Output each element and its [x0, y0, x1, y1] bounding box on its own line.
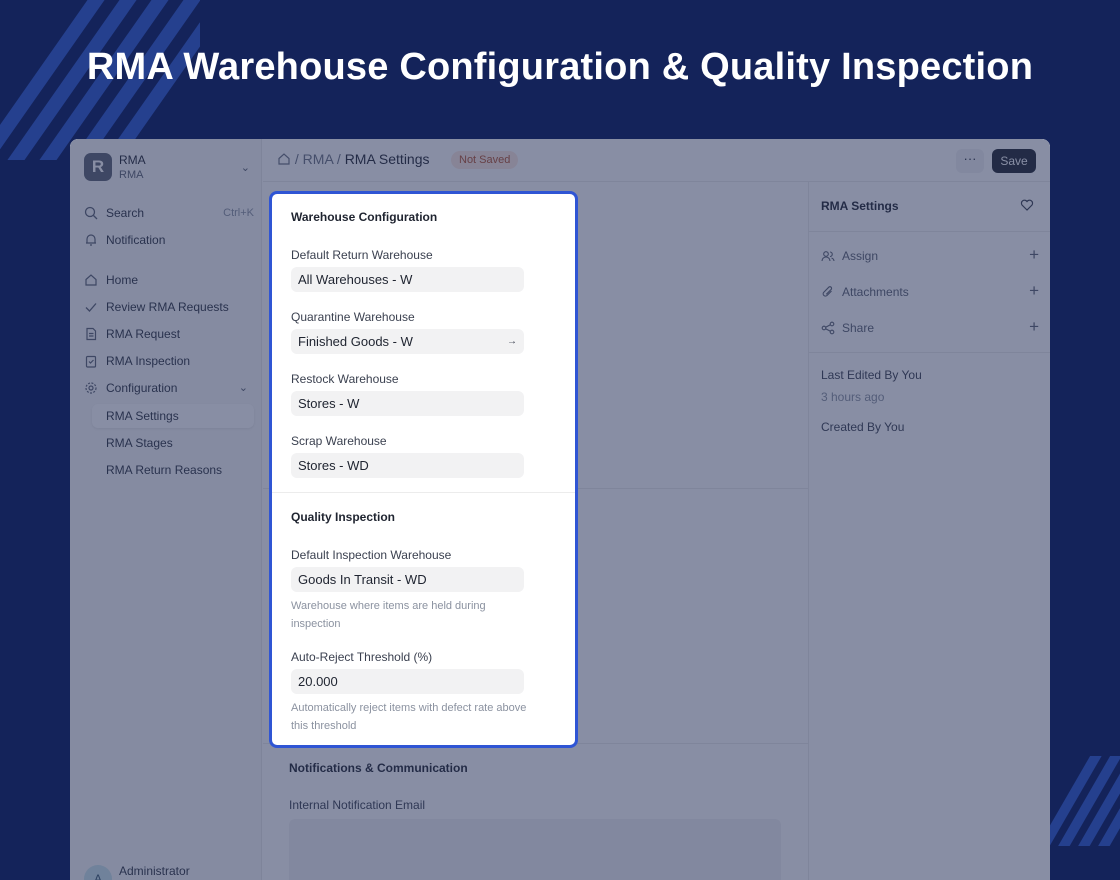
workspace-switcher[interactable]: R RMA RMA ⌄: [84, 153, 254, 183]
home-icon: [85, 274, 97, 286]
sidebar-item-label: RMA Request: [106, 327, 181, 341]
document-sidebar: RMA Settings Assign + Attachments + Shar…: [808, 182, 1050, 880]
field-value: Goods In Transit - WD: [298, 572, 427, 587]
scrap-warehouse-field[interactable]: Stores - WD: [291, 453, 524, 478]
clipboard-icon: [85, 355, 97, 368]
breadcrumb-current: RMA Settings: [344, 151, 430, 167]
default-inspection-warehouse-field[interactable]: Goods In Transit - WD: [291, 567, 524, 592]
plus-icon[interactable]: +: [1029, 246, 1039, 264]
auto-reject-threshold-label: Auto-Reject Threshold (%): [291, 650, 433, 664]
decorative-stripes-bottom-right: [1048, 756, 1120, 846]
scrap-warehouse-label: Scrap Warehouse: [291, 434, 387, 448]
attachments-label: Attachments: [842, 285, 909, 299]
document-icon: [86, 327, 97, 341]
status-badge: Not Saved: [451, 151, 519, 169]
sidebar: R RMA RMA ⌄ Search Ctrl+K Notification H…: [70, 139, 262, 880]
last-edited-time: 3 hours ago: [821, 390, 885, 404]
check-icon: [85, 303, 97, 312]
field-value: Finished Goods - W: [298, 334, 413, 349]
sidebar-item-review-rma-requests[interactable]: Review RMA Requests: [84, 296, 254, 318]
sidebar-item-rma-inspection[interactable]: RMA Inspection: [84, 350, 254, 372]
home-icon[interactable]: [277, 152, 291, 166]
auto-reject-threshold-field[interactable]: 20.000: [291, 669, 524, 694]
last-edited-by: Last Edited By You: [821, 368, 922, 382]
breadcrumb-rma[interactable]: RMA: [303, 151, 333, 167]
avatar: A: [84, 865, 112, 880]
section-title-warehouse: Warehouse Configuration: [291, 210, 438, 224]
users-icon: [821, 251, 835, 262]
sidebar-subitem-rma-settings[interactable]: RMA Settings: [92, 404, 254, 428]
chevron-down-icon: ⌄: [240, 162, 250, 174]
breadcrumb-separator: /: [294, 151, 303, 167]
workspace-subtitle: RMA: [119, 169, 144, 181]
sidebar-subitem-rma-stages[interactable]: RMA Stages: [92, 431, 254, 455]
user-name: Administrator: [119, 864, 190, 878]
sidebar-search[interactable]: Search Ctrl+K: [84, 202, 254, 224]
field-value: 20.000: [298, 674, 338, 689]
panel-divider: [809, 231, 1050, 232]
field-value: Stores - W: [298, 396, 360, 411]
auto-reject-threshold-help: Automatically reject items with defect r…: [291, 702, 527, 732]
sidebar-item-label: Configuration: [106, 381, 178, 395]
share-row[interactable]: Share +: [821, 318, 1039, 338]
workspace-title: RMA: [119, 153, 146, 167]
search-shortcut: Ctrl+K: [223, 207, 254, 219]
sidebar-item-label: RMA Inspection: [106, 354, 191, 368]
sidebar-item-label: Review RMA Requests: [106, 300, 229, 314]
topbar: / RMA / RMA Settings Not Saved ··· Save: [263, 139, 1050, 182]
heart-icon[interactable]: [1020, 198, 1034, 212]
bell-icon: [86, 234, 96, 246]
field-value: Stores - WD: [298, 458, 369, 473]
sidebar-subitem-rma-return-reasons[interactable]: RMA Return Reasons: [92, 458, 254, 482]
search-icon: [84, 206, 98, 220]
arrow-right-icon[interactable]: →: [507, 329, 517, 354]
page-headline: RMA Warehouse Configuration & Quality In…: [86, 46, 1034, 88]
share-label: Share: [842, 321, 875, 335]
default-inspection-warehouse-label: Default Inspection Warehouse: [291, 548, 452, 562]
panel-title: RMA Settings: [821, 199, 899, 213]
quarantine-warehouse-field[interactable]: Finished Goods - W →: [291, 329, 524, 354]
quarantine-warehouse-label: Quarantine Warehouse: [291, 310, 415, 324]
breadcrumb-separator: /: [336, 151, 345, 167]
save-button[interactable]: Save: [992, 149, 1036, 173]
sidebar-notification[interactable]: Notification: [84, 229, 254, 251]
highlighted-settings-card: Warehouse Configuration Default Return W…: [269, 191, 578, 748]
sidebar-item-configuration[interactable]: Configuration ⌄: [84, 377, 254, 399]
plus-icon[interactable]: +: [1029, 282, 1039, 300]
default-return-warehouse-label: Default Return Warehouse: [291, 248, 433, 262]
internal-email-input[interactable]: [289, 819, 781, 880]
notification-label: Notification: [106, 233, 166, 247]
created-by: Created By You: [821, 420, 905, 434]
assign-label: Assign: [842, 249, 879, 263]
restock-warehouse-label: Restock Warehouse: [291, 372, 399, 386]
panel-divider: [809, 352, 1050, 353]
field-value: All Warehouses - W: [298, 272, 413, 287]
restock-warehouse-field[interactable]: Stores - W: [291, 391, 524, 416]
attachments-row[interactable]: Attachments +: [821, 282, 1039, 302]
search-label: Search: [106, 206, 145, 220]
plus-icon[interactable]: +: [1029, 318, 1039, 336]
section-title-notifications: Notifications & Communication: [289, 761, 468, 775]
breadcrumb: / RMA / RMA Settings: [277, 151, 430, 167]
gear-icon: [85, 382, 97, 394]
sidebar-item-label: Home: [106, 273, 139, 287]
assign-row[interactable]: Assign +: [821, 246, 1039, 266]
inspection-warehouse-help: Warehouse where items are held during in…: [291, 600, 486, 630]
workspace-logo: R: [84, 153, 112, 181]
more-options-button[interactable]: ···: [956, 149, 984, 173]
section-title-quality-inspection: Quality Inspection: [291, 510, 396, 524]
share-icon: [821, 321, 835, 335]
sidebar-item-home[interactable]: Home: [84, 269, 254, 291]
section-divider: [272, 492, 575, 493]
chevron-down-icon: ⌄: [238, 382, 248, 394]
internal-email-label: Internal Notification Email: [289, 798, 426, 812]
paperclip-icon: [822, 286, 833, 297]
sidebar-item-rma-request[interactable]: RMA Request: [84, 323, 254, 345]
default-return-warehouse-field[interactable]: All Warehouses - W: [291, 267, 524, 292]
